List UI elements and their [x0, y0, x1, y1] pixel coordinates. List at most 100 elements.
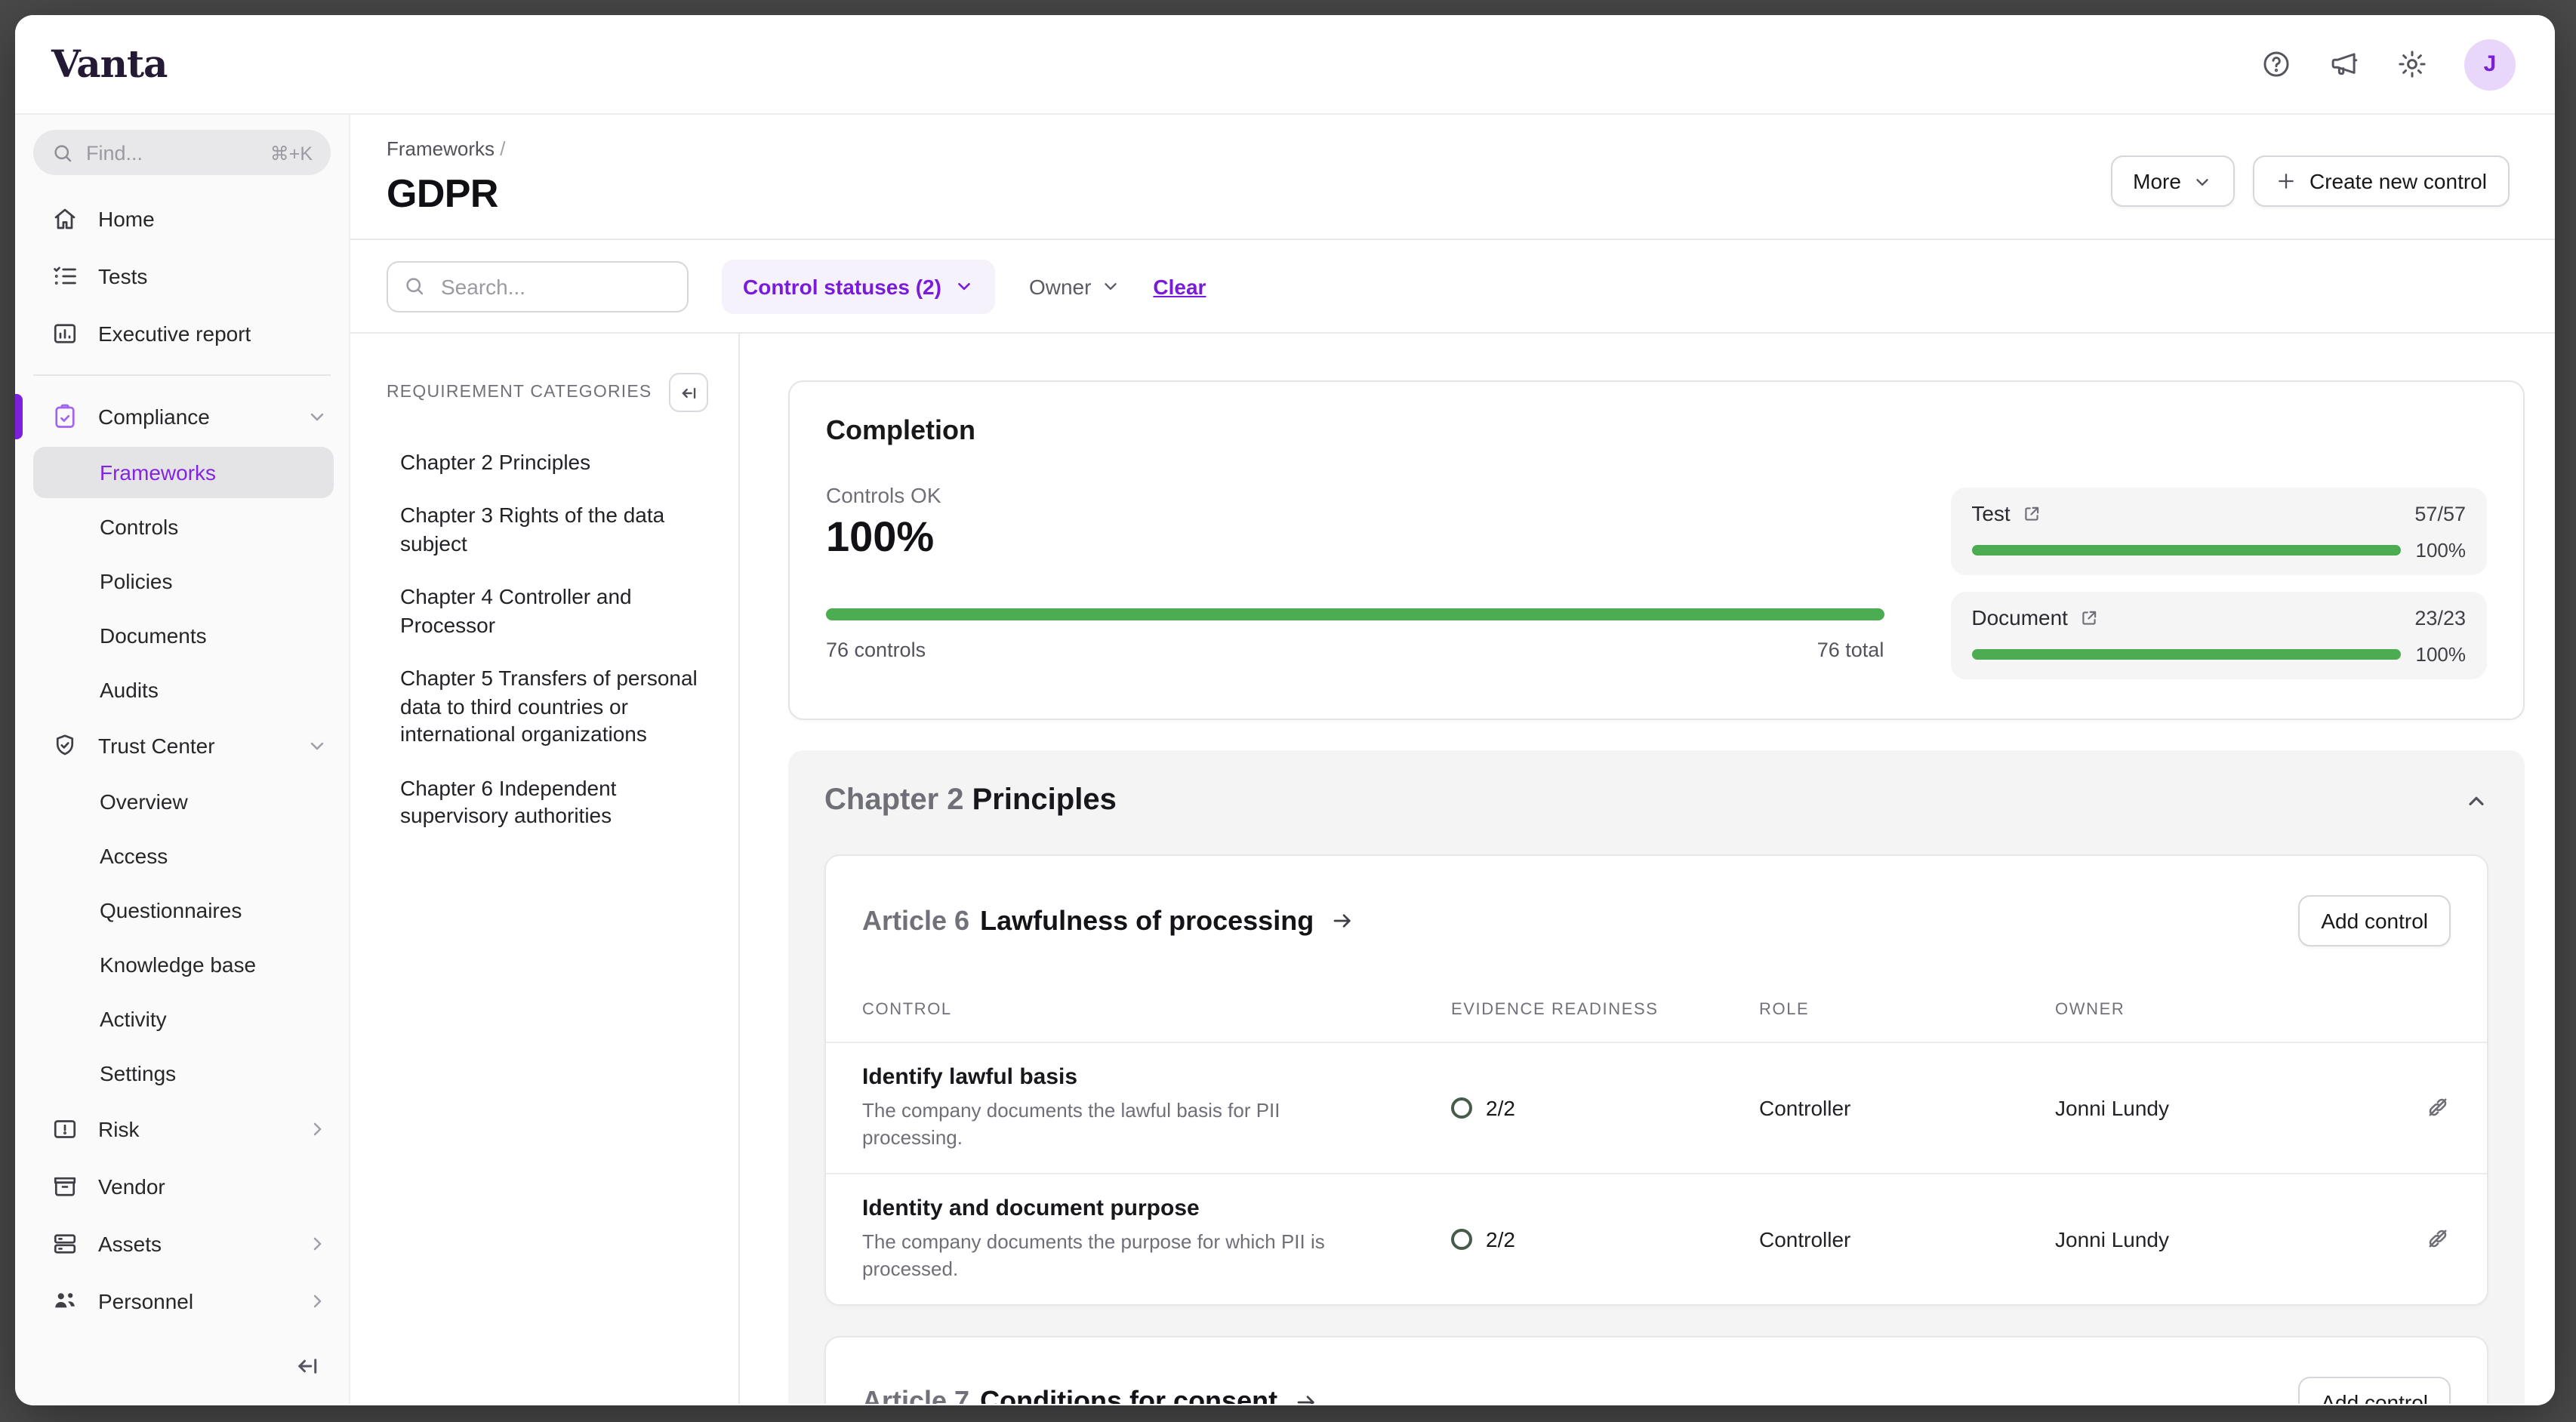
tests-checklist-icon	[51, 263, 79, 290]
arrow-right-icon	[1330, 909, 1354, 933]
page-header: Frameworks / GDPR More Create new contro…	[350, 115, 2555, 240]
owner-filter[interactable]: Owner	[1029, 274, 1120, 298]
create-new-control-button[interactable]: Create new control	[2254, 155, 2510, 207]
control-description: The company documents the lawful basis f…	[862, 1097, 1345, 1152]
sidebar-item-compliance[interactable]: Compliance	[15, 388, 349, 445]
sidebar-item-settings[interactable]: Settings	[15, 1046, 349, 1100]
filter-bar: Control statuses (2) Owner Clear	[350, 240, 2555, 334]
vanta-logo: Vanta	[51, 42, 167, 86]
requirement-categories-panel: REQUIREMENT CATEGORIES Chapter 2 Princip…	[350, 334, 740, 1404]
top-bar: Vanta J	[15, 15, 2555, 115]
control-role: Controller	[1759, 1227, 2055, 1251]
breadcrumb: Frameworks /	[387, 137, 506, 160]
chevron-right-icon	[307, 1119, 328, 1140]
column-control: CONTROL	[862, 1000, 1451, 1018]
category-item[interactable]: Chapter 2 Principles	[387, 448, 708, 476]
control-row[interactable]: Identity and document purpose The compan…	[826, 1173, 2487, 1304]
home-icon	[51, 205, 79, 232]
more-button[interactable]: More	[2110, 155, 2236, 207]
assets-server-icon	[51, 1230, 79, 1257]
page-title: GDPR	[387, 171, 506, 217]
sidebar-item-knowledge-base[interactable]: Knowledge base	[15, 937, 349, 992]
sidebar-item-vendor[interactable]: Vendor	[15, 1158, 349, 1215]
chevron-down-icon	[955, 276, 975, 296]
categories-header: REQUIREMENT CATEGORIES	[387, 383, 652, 402]
control-row[interactable]: Identify lawful basis The company docume…	[826, 1043, 2487, 1173]
sidebar-item-audits[interactable]: Audits	[15, 663, 349, 717]
sidebar-item-overview[interactable]: Overview	[15, 774, 349, 829]
test-progress-card: Test 57/57 100%	[1950, 488, 2487, 575]
chapter-title: Chapter 2 Principles	[824, 783, 1117, 818]
collapse-panel-button[interactable]	[669, 373, 708, 412]
document-count: 23/23	[2414, 606, 2466, 629]
column-role: ROLE	[1759, 1000, 2055, 1018]
settings-gear-icon[interactable]	[2396, 48, 2428, 80]
category-item[interactable]: Chapter 5 Transfers of personal data to …	[387, 665, 708, 749]
sidebar-footer	[15, 1337, 349, 1404]
search-input[interactable]	[438, 272, 672, 300]
sidebar-item-access[interactable]: Access	[15, 829, 349, 883]
sidebar-item-controls[interactable]: Controls	[15, 500, 349, 554]
test-count: 57/57	[2414, 502, 2466, 525]
sidebar-item-executive-report[interactable]: Executive report	[15, 305, 349, 362]
announcements-icon[interactable]	[2328, 48, 2360, 80]
test-link[interactable]: Test	[1971, 501, 2041, 525]
sidebar: Find... ⌘+K Home Tests Executive report	[15, 115, 350, 1404]
find-input[interactable]: Find... ⌘+K	[33, 130, 331, 175]
report-chart-icon	[51, 320, 79, 347]
test-progress-bar	[1971, 545, 2400, 556]
control-owner: Jonni Lundy	[2055, 1096, 2390, 1120]
shield-check-icon	[51, 732, 79, 759]
user-avatar[interactable]: J	[2464, 38, 2516, 90]
external-link-icon	[2023, 503, 2042, 523]
chevron-down-icon	[1100, 276, 1120, 296]
chevron-up-icon[interactable]	[2464, 789, 2488, 813]
sidebar-item-activity[interactable]: Activity	[15, 992, 349, 1046]
add-control-button[interactable]: Add control	[2298, 895, 2451, 946]
unlink-icon[interactable]	[2425, 1095, 2451, 1121]
add-control-button[interactable]: Add control	[2298, 1377, 2451, 1405]
app-window: Vanta J Find... ⌘+K	[15, 15, 2555, 1405]
sidebar-item-home[interactable]: Home	[15, 190, 349, 248]
category-item[interactable]: Chapter 6 Independent supervisory author…	[387, 774, 708, 830]
compliance-clipboard-icon	[51, 403, 79, 430]
desktop-frame: Vanta J Find... ⌘+K	[0, 0, 2576, 1422]
search-icon	[403, 275, 426, 297]
find-placeholder: Find...	[86, 141, 143, 164]
sidebar-item-tests[interactable]: Tests	[15, 248, 349, 305]
arrow-right-icon	[1294, 1390, 1318, 1405]
active-section-indicator	[15, 394, 23, 439]
sidebar-item-risk[interactable]: Risk	[15, 1100, 349, 1158]
article-6-card: Article 6 Lawfulness of processing Add c…	[824, 854, 2488, 1306]
sidebar-item-personnel[interactable]: Personnel	[15, 1273, 349, 1330]
article-6-link[interactable]: Article 6 Lawfulness of processing	[862, 905, 1354, 937]
control-statuses-filter[interactable]: Control statuses (2)	[722, 259, 996, 313]
sidebar-item-trust-center[interactable]: Trust Center	[15, 717, 349, 774]
document-percent: 100%	[2416, 643, 2467, 666]
risk-alert-icon	[51, 1116, 79, 1143]
clear-filters-link[interactable]: Clear	[1153, 274, 1206, 298]
control-role: Controller	[1759, 1096, 2055, 1120]
unlink-icon[interactable]	[2425, 1227, 2451, 1252]
document-progress-card: Document 23/23 100%	[1950, 592, 2487, 679]
document-progress-bar	[1971, 649, 2400, 660]
collapse-sidebar-icon[interactable]	[294, 1353, 322, 1380]
document-link[interactable]: Document	[1971, 605, 2100, 629]
framework-detail: Completion Controls OK 100% 76 controls …	[740, 334, 2555, 1404]
sidebar-item-questionnaires[interactable]: Questionnaires	[15, 883, 349, 937]
sidebar-item-frameworks[interactable]: Frameworks	[33, 447, 334, 498]
completion-title: Completion	[826, 415, 1884, 447]
evidence-count: 2/2	[1486, 1227, 1515, 1251]
plus-icon	[2276, 171, 2297, 192]
category-item[interactable]: Chapter 3 Rights of the data subject	[387, 502, 708, 558]
sidebar-item-documents[interactable]: Documents	[15, 608, 349, 663]
control-name: Identity and document purpose	[862, 1196, 1421, 1221]
help-icon[interactable]	[2260, 48, 2292, 80]
category-item[interactable]: Chapter 4 Controller and Processor	[387, 583, 708, 639]
article-7-link[interactable]: Article 7 Conditions for consent	[862, 1387, 1318, 1405]
sidebar-item-policies[interactable]: Policies	[15, 554, 349, 608]
controls-count: 76 controls	[826, 639, 926, 661]
page-actions: More Create new control	[2110, 155, 2510, 217]
sidebar-item-assets[interactable]: Assets	[15, 1215, 349, 1273]
breadcrumb-frameworks[interactable]: Frameworks	[387, 137, 495, 160]
